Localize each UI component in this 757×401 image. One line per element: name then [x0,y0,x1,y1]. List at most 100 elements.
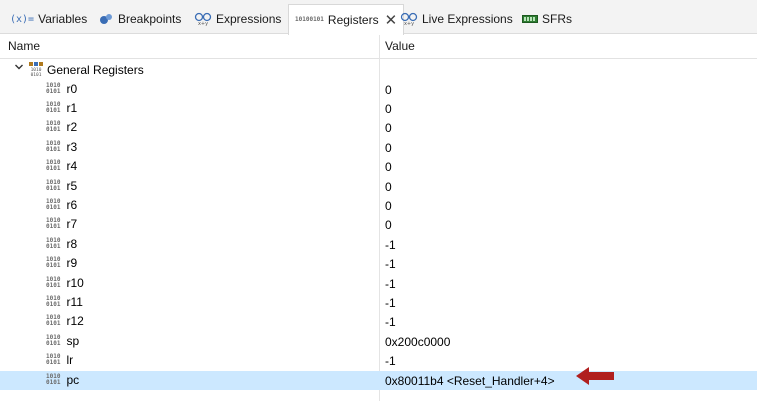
register-name-cell: 1010 0101 r3 [46,140,77,154]
register-icon: 1010 0101 [46,333,61,347]
register-name: r11 [66,294,83,309]
register-row[interactable]: 1010 0101 pc 0x80011b4 <Reset_Handler+4> [0,370,757,390]
register-row[interactable]: 1010 0101 r7 0 [0,215,757,234]
register-row[interactable]: 1010 0101 r10 -1 [0,274,757,293]
tab-sfrs-label: SFRs [542,12,572,26]
svg-text:x+y: x+y [198,21,208,26]
variables-icon: (x)= [10,13,35,25]
register-row[interactable]: 1010 0101 r5 0 [0,177,757,196]
sfrs-icon [522,14,538,24]
register-group-icon: 1010 0101 [28,61,44,80]
register-value[interactable]: 0 [385,180,392,194]
register-name: lr [66,353,74,368]
register-name-cell: 1010 0101 r10 [46,276,84,290]
register-name-cell: 1010 0101 r12 [46,314,84,328]
register-row[interactable]: 1010 0101 r11 -1 [0,293,757,312]
register-name: r10 [66,275,84,290]
register-row[interactable]: 1010 0101 lr -1 [0,351,757,370]
register-row[interactable]: 1010 0101 r9 -1 [0,254,757,273]
register-value[interactable]: 0 [385,199,392,213]
tab-registers-label: Registers [327,13,379,27]
tab-breakpoints[interactable]: Breakpoints [92,4,187,34]
svg-text:x+y: x+y [404,21,414,26]
register-icon: 1010 0101 [46,314,61,328]
register-name-cell: 1010 0101 pc [46,373,79,387]
register-value[interactable]: 0 [385,218,392,232]
register-value[interactable]: 0 [385,160,392,174]
register-group-row[interactable]: 1010 0101 General Registers [0,60,379,79]
register-name-cell: 1010 0101 r8 [46,237,77,251]
register-name: r12 [66,314,84,329]
view-tab-bar: (x)= Variables Breakpoints x+y Expressio… [0,0,757,35]
register-icon: 1010 0101 [46,236,61,250]
tab-expressions-label: Expressions [216,12,282,26]
register-name-cell: 1010 0101 r7 [46,217,77,231]
register-value[interactable]: 0 [385,102,392,116]
svg-text:0101: 0101 [31,72,42,77]
register-value[interactable]: -1 [385,257,396,271]
register-value[interactable]: 0 [385,83,392,97]
register-icon: 1010 0101 [46,159,61,173]
register-name-cell: 1010 0101 lr [46,353,73,367]
tab-expressions[interactable]: x+y Expressions [188,4,287,34]
register-row[interactable]: 1010 0101 r3 0 [0,138,757,157]
register-name: r5 [66,178,78,193]
register-icon: 1010 0101 [46,139,61,153]
pointer-arrow-icon [576,367,614,385]
register-group-label: General Registers [47,63,144,77]
register-name-cell: 1010 0101 r6 [46,198,77,212]
register-name: r6 [66,197,78,212]
register-icon: 1010 0101 [46,100,61,114]
register-icon: 1010 0101 [46,178,61,192]
register-value[interactable]: -1 [385,277,396,291]
register-value[interactable]: 0 [385,141,392,155]
tab-breakpoints-label: Breakpoints [118,12,182,26]
register-name: r2 [66,120,78,135]
register-row[interactable]: 1010 0101 r0 0 [0,80,757,99]
register-icon: 1010 0101 [46,217,61,231]
expressions-icon: x+y [194,12,212,26]
register-name-cell: 1010 0101 r1 [46,101,77,115]
register-row[interactable]: 1010 0101 r8 -1 [0,235,757,254]
register-row[interactable]: 1010 0101 sp 0x200c0000 [0,332,757,351]
register-icon: 1010 0101 [46,294,61,308]
register-row[interactable]: 1010 0101 r12 -1 [0,312,757,331]
register-name: sp [66,333,80,348]
register-row[interactable]: 1010 0101 r1 0 [0,99,757,118]
register-row[interactable]: 1010 0101 r2 0 [0,118,757,137]
register-name: r9 [66,256,78,271]
register-value[interactable]: 0x200c0000 [385,335,450,349]
register-icon: 1010 0101 [46,256,61,270]
register-name: r1 [66,100,78,115]
tab-sfrs[interactable]: SFRs [516,4,578,34]
column-header-name[interactable]: Name [8,39,40,53]
register-value[interactable]: 0 [385,121,392,135]
register-value[interactable]: 0x80011b4 <Reset_Handler+4> [385,374,555,388]
register-value[interactable]: -1 [385,238,396,252]
register-name-cell: 1010 0101 r11 [46,295,83,309]
tab-variables-label: Variables [38,12,88,26]
register-value[interactable]: -1 [385,296,396,310]
register-icon: 1010 0101 [46,372,61,386]
tab-variables[interactable]: (x)= Variables [4,4,93,34]
register-icon: 1010 0101 [46,275,61,289]
register-name-cell: 1010 0101 sp [46,334,79,348]
register-name: r3 [66,139,78,154]
tab-live-expressions-label: Live Expressions [422,12,513,26]
register-row[interactable]: 1010 0101 r6 0 [0,196,757,215]
register-icon: 1010 0101 [46,197,61,211]
register-icon: 1010 0101 [46,81,61,95]
register-name: r4 [66,159,78,174]
tab-registers[interactable]: 1010 0101 Registers ✕ [288,4,405,35]
register-icon: 1010 0101 [46,120,61,134]
register-name-cell: 1010 0101 r9 [46,256,77,270]
register-value[interactable]: -1 [385,354,396,368]
column-header-value[interactable]: Value [385,39,415,53]
register-row[interactable]: 1010 0101 r4 0 [0,157,757,176]
tab-live-expressions[interactable]: x+y Live Expressions [394,4,519,34]
register-name-cell: 1010 0101 r4 [46,159,77,173]
register-value[interactable]: -1 [385,315,396,329]
live-expressions-icon: x+y [400,12,418,26]
register-name: r0 [66,81,78,96]
chevron-down-icon[interactable] [14,62,24,75]
